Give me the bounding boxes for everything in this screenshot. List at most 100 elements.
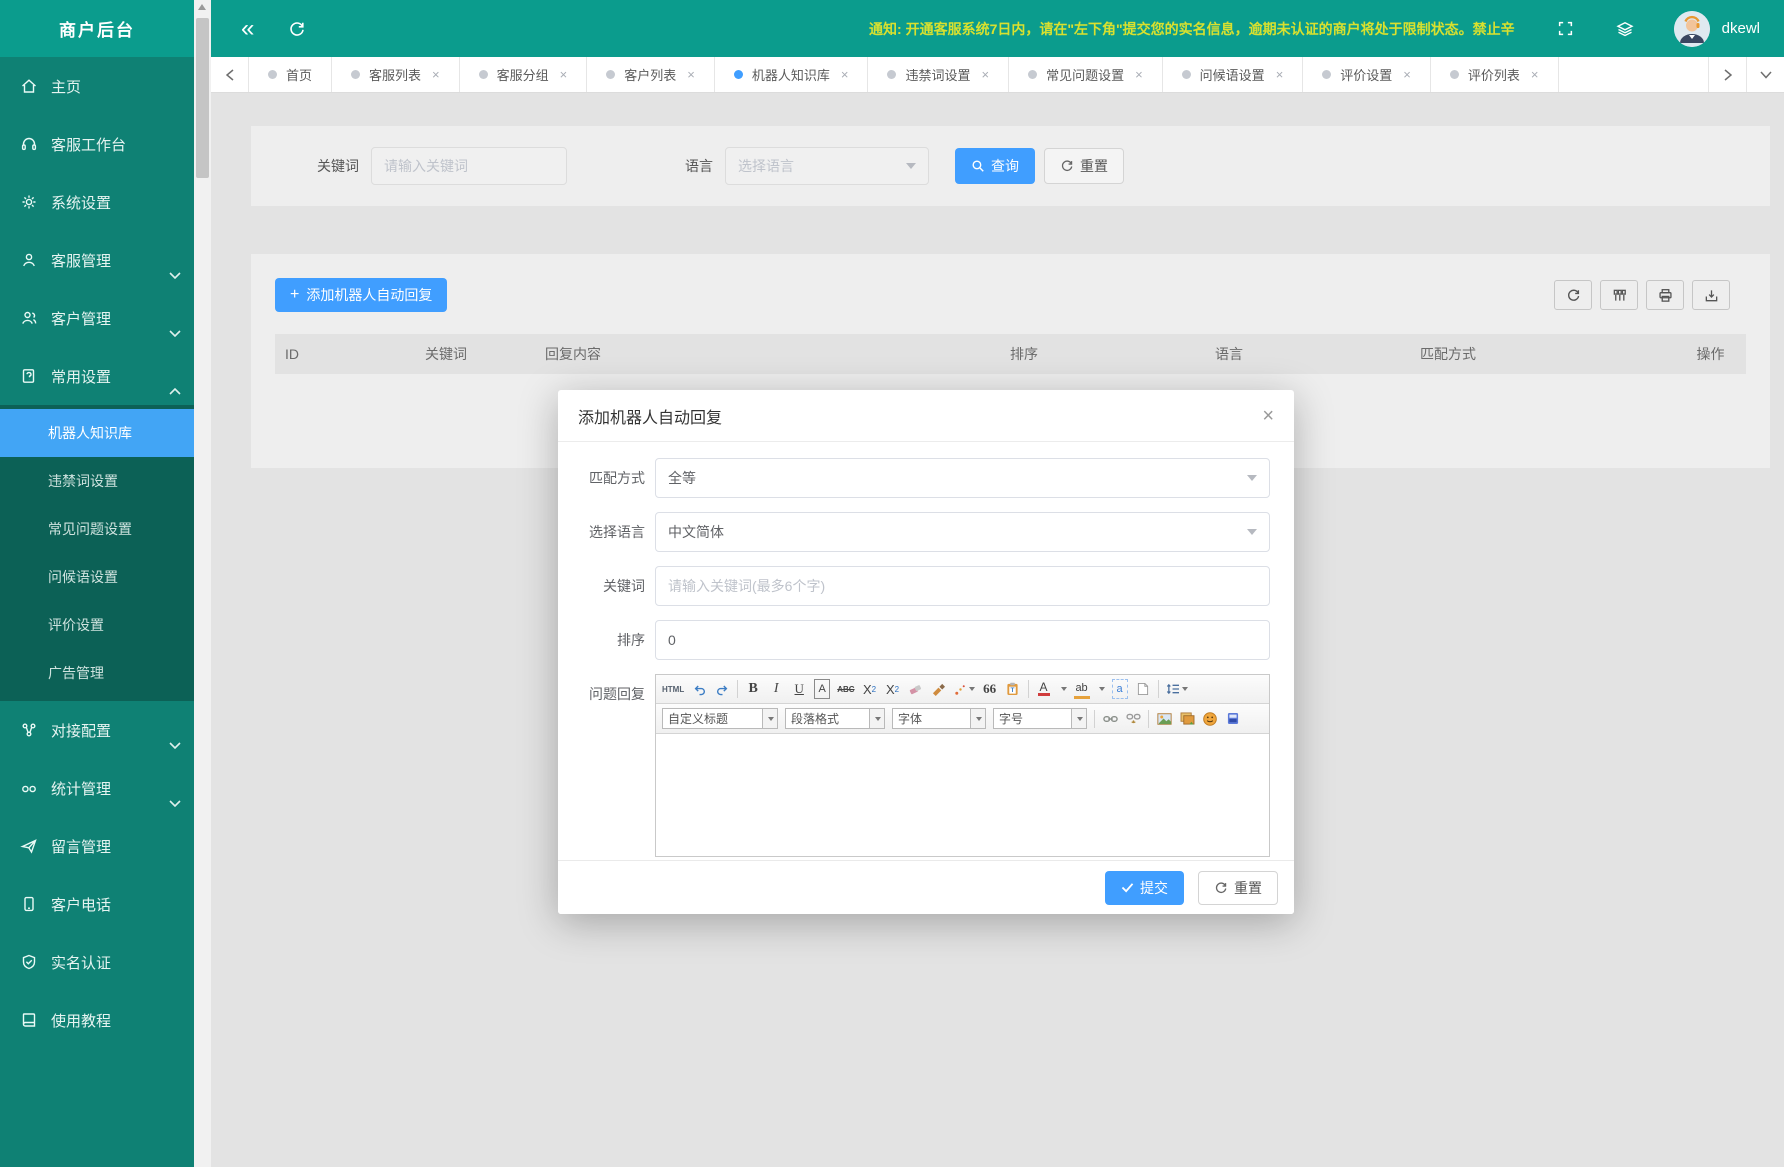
blockquote-icon[interactable]: 66	[982, 679, 998, 699]
format-eraser-icon[interactable]	[908, 679, 924, 699]
tab-greeting[interactable]: 问候语设置×	[1163, 57, 1304, 92]
tabs-scroll-right-icon[interactable]	[1708, 57, 1746, 92]
tab-close-icon[interactable]: ×	[687, 67, 695, 82]
sidebar-item-integration[interactable]: 对接配置	[0, 701, 194, 759]
sidebar-item-tutorial[interactable]: 使用教程	[0, 991, 194, 1049]
submenu-item-ads[interactable]: 广告管理	[0, 649, 194, 697]
editor-content-area[interactable]	[656, 734, 1269, 856]
tab-close-icon[interactable]: ×	[1403, 67, 1411, 82]
sidebar-item-customer-phone[interactable]: 客户电话	[0, 875, 194, 933]
add-robot-reply-button[interactable]: + 添加机器人自动回复	[275, 278, 447, 312]
sidebar-item-label: 系统设置	[51, 192, 111, 213]
sidebar-item-messages[interactable]: 留言管理	[0, 817, 194, 875]
scrollbar-up-arrow[interactable]	[198, 4, 206, 10]
tab-forbidden-words[interactable]: 违禁词设置×	[868, 57, 1009, 92]
paste-text-icon[interactable]: T	[1005, 679, 1021, 699]
tab-rating-list[interactable]: 评价列表×	[1431, 57, 1559, 92]
tab-label: 客户列表	[624, 65, 676, 84]
reset-button[interactable]: 重置	[1044, 148, 1124, 184]
tab-close-icon[interactable]: ×	[432, 67, 440, 82]
submit-button[interactable]: 提交	[1105, 871, 1184, 905]
modal-language-select[interactable]: 中文简体	[655, 512, 1270, 552]
tabs-menu-icon[interactable]	[1746, 57, 1784, 92]
modal-sort-input[interactable]	[655, 620, 1270, 660]
new-page-icon[interactable]	[1135, 679, 1151, 699]
sidebar-item-realname-auth[interactable]: 实名认证	[0, 933, 194, 991]
font-color-icon[interactable]: A	[1036, 679, 1052, 699]
bold-icon[interactable]: B	[745, 679, 761, 699]
tab-customer-list[interactable]: 客户列表 ×	[587, 57, 715, 92]
submenu-item-rating[interactable]: 评价设置	[0, 601, 194, 649]
tab-close-icon[interactable]: ×	[981, 67, 989, 82]
format-painter-icon[interactable]	[931, 679, 947, 699]
submenu-item-label: 评价设置	[48, 615, 104, 635]
auto-link-icon[interactable]: a	[1112, 679, 1128, 699]
language-filter-select[interactable]: 选择语言	[725, 147, 929, 185]
font-family-select[interactable]: 字体	[892, 708, 986, 729]
search-button[interactable]: 查询	[955, 148, 1035, 184]
keyword-filter-input[interactable]	[371, 147, 567, 185]
submenu-item-greeting[interactable]: 问候语设置	[0, 553, 194, 601]
highlight-color-icon[interactable]: ab	[1074, 679, 1090, 699]
insert-video-icon[interactable]	[1225, 709, 1241, 729]
source-code-icon[interactable]: HTML	[662, 679, 684, 699]
font-size-select[interactable]: 字号	[993, 708, 1087, 729]
scrollbar-thumb[interactable]	[196, 18, 209, 178]
italic-icon[interactable]: I	[768, 679, 784, 699]
undo-icon[interactable]	[691, 679, 707, 699]
insert-multi-image-icon[interactable]	[1179, 709, 1195, 729]
fullscreen-icon[interactable]	[1557, 20, 1574, 37]
underline-icon[interactable]: U	[791, 679, 807, 699]
insert-link-icon[interactable]	[1102, 709, 1118, 729]
sidebar-item-home[interactable]: 主页	[0, 57, 194, 115]
table-export-icon[interactable]	[1692, 280, 1730, 310]
user-avatar[interactable]	[1674, 11, 1710, 47]
refresh-icon[interactable]	[288, 20, 306, 38]
tab-close-icon[interactable]: ×	[1135, 67, 1143, 82]
tab-label: 常见问题设置	[1046, 65, 1124, 84]
tab-rating-settings[interactable]: 评价设置×	[1303, 57, 1431, 92]
tabs-scroll-left-icon[interactable]	[211, 57, 249, 92]
redo-icon[interactable]	[714, 679, 730, 699]
tab-agent-group[interactable]: 客服分组×	[460, 57, 588, 92]
line-height-icon[interactable]	[1166, 679, 1188, 699]
submenu-item-faq[interactable]: 常见问题设置	[0, 505, 194, 553]
tab-robot-knowledge[interactable]: 机器人知识库×	[715, 57, 869, 92]
insert-image-icon[interactable]	[1156, 709, 1172, 729]
tab-close-icon[interactable]: ×	[560, 67, 568, 82]
unlink-icon[interactable]	[1125, 709, 1141, 729]
submenu-item-robot-knowledge[interactable]: 机器人知识库	[0, 409, 194, 457]
emoji-icon[interactable]	[1202, 709, 1218, 729]
sidebar-item-workbench[interactable]: 客服工作台	[0, 115, 194, 173]
strikethrough-icon[interactable]: ABC	[837, 679, 854, 699]
collapse-sidebar-icon[interactable]: «	[241, 17, 254, 41]
text-border-icon[interactable]: A	[814, 679, 830, 699]
tab-close-icon[interactable]: ×	[1276, 67, 1284, 82]
layers-icon[interactable]	[1616, 20, 1634, 38]
sidebar-item-system-settings[interactable]: 系统设置	[0, 173, 194, 231]
superscript-icon[interactable]: X2	[862, 679, 878, 699]
sidebar-item-agent-management[interactable]: 客服管理	[0, 231, 194, 289]
custom-title-select[interactable]: 自定义标题	[662, 708, 778, 729]
tab-close-icon[interactable]: ×	[841, 67, 849, 82]
sidebar-scrollbar[interactable]	[194, 0, 211, 1167]
paragraph-format-select[interactable]: 段落格式	[785, 708, 885, 729]
tab-close-icon[interactable]: ×	[1531, 67, 1539, 82]
table-columns-icon[interactable]	[1600, 280, 1638, 310]
table-refresh-icon[interactable]	[1554, 280, 1592, 310]
tab-home[interactable]: 首页	[249, 57, 332, 92]
modal-keyword-input[interactable]	[655, 566, 1270, 606]
sidebar-item-statistics[interactable]: 统计管理	[0, 759, 194, 817]
submenu-item-forbidden-words[interactable]: 违禁词设置	[0, 457, 194, 505]
tab-agent-list[interactable]: 客服列表×	[332, 57, 460, 92]
table-print-icon[interactable]	[1646, 280, 1684, 310]
modal-reset-button[interactable]: 重置	[1198, 871, 1278, 905]
match-type-select[interactable]: 全等	[655, 458, 1270, 498]
sidebar-item-customer-management[interactable]: 客户管理	[0, 289, 194, 347]
sidebar-item-common-settings[interactable]: 常用设置	[0, 347, 194, 405]
subscript-icon[interactable]: X2	[885, 679, 901, 699]
search-button-label: 查询	[991, 156, 1019, 176]
tab-faq[interactable]: 常见问题设置 ×	[1009, 57, 1163, 92]
auto-typeset-icon[interactable]	[954, 679, 975, 699]
modal-close-icon[interactable]: ×	[1262, 406, 1274, 426]
